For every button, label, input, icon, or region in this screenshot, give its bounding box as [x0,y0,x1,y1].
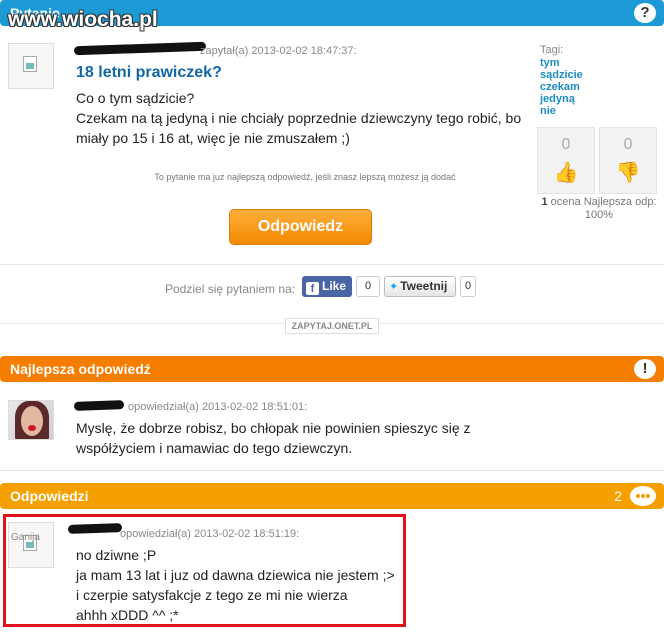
divider [0,470,664,471]
best-answer-body: Myslę, że dobrze robisz, bo chłopak nie … [76,418,471,458]
broken-image-icon [23,56,37,72]
question-body: Co o tym sądzicie? Czekam na tą jedyną i… [76,88,521,148]
answer-author-meta: opowiedział(a) 2013-02-02 18:51:19: [120,528,300,540]
question-body-line: Czekam na tą jedyną i nie chciały poprze… [76,110,522,126]
vote-up-count: 0 [561,136,571,153]
rating-count: 1 [541,196,548,208]
answers-section-header: Odpowiedzi 2 [0,483,664,509]
rating-label: ocena [550,196,581,208]
question-author-meta: zapytał(a) 2013-02-02 18:47:37: [200,45,357,57]
tweet-label: Tweetnij [400,279,448,293]
question-body-line: Co o tym sądzicie? [76,90,195,106]
censored-author-name [73,41,207,56]
tag-link[interactable]: sądzicie [540,69,583,81]
answer-avatar-alt: Ganija [11,532,40,543]
question-author-avatar[interactable] [8,43,54,89]
speech-bubble-icon[interactable] [630,486,656,506]
tweet-button[interactable]: ✦ Tweetnij [384,276,456,297]
question-mark-icon[interactable]: ? [634,3,656,23]
answer-line: no dziwne ;P [76,547,157,563]
best-answer-percent: 100% [584,209,614,221]
tweet-count: 0 [460,276,476,297]
tag-link[interactable]: nie [540,105,583,117]
vote-down-box[interactable]: 0 👎 [599,127,657,194]
best-answer-author-meta: opowiedział(a) 2013-02-02 18:51:01: [128,401,308,413]
answer-button[interactable]: Odpowiedz [229,209,372,245]
best-answer-line: Myslę, że dobrze robisz, bo chłopak nie … [76,420,471,436]
question-body-line: miały po 15 i 16 at, więc je nie zmuszał… [76,130,350,146]
divider [0,264,664,265]
best-answer-author-avatar[interactable] [8,400,54,440]
best-answer-line: współżyciem i namawiac do tego dziewczyn… [76,440,353,456]
tags-label: Tagi: [540,44,564,56]
thumbs-down-icon[interactable]: 👎 [600,160,656,185]
brand-label[interactable]: ZAPYTAJ.ONET.PL [284,318,380,334]
answer-line: ahhh xDDD ^^ ;* [76,607,179,623]
avatar-face [21,406,43,436]
answer-line: i czerpie satysfakcje z tego ze mi nie w… [76,587,348,603]
tag-link[interactable]: jedyną [540,93,583,105]
answers-count: 2 [614,488,622,504]
tag-link[interactable]: tym [540,57,583,69]
like-count: 0 [356,276,380,297]
share-label: Podziel się pytaniem na: [165,282,296,296]
vote-up-box[interactable]: 0 👍 [537,127,595,194]
best-answer-section-header: Najlepsza odpowiedź ! [0,356,664,382]
like-label: Like [322,279,347,293]
exclamation-icon[interactable]: ! [634,359,656,379]
best-answer-note: To pytanie ma już najlepszą odpowiedź, j… [154,172,456,182]
thumbs-up-icon[interactable]: 👍 [538,160,594,185]
best-answer-label: Najlepsza odp: [583,196,657,208]
twitter-bird-icon: ✦ [389,281,399,293]
censored-author-name [67,523,123,534]
brand-badge: ZAPYTAJ.ONET.PL [0,316,664,334]
vote-down-count: 0 [623,136,633,153]
site-watermark: www.wiocha.pl [8,8,158,31]
tags-list: tym sądzicie czekam jedyną nie [540,57,583,117]
best-answer-section-label: Najlepsza odpowiedź [10,361,151,377]
tag-link[interactable]: czekam [540,81,583,93]
question-title[interactable]: 18 letni prawiczek? [76,64,222,82]
facebook-icon: f [306,282,319,295]
question-stats: 1 ocena Najlepsza odp: 100% [536,196,662,222]
answer-author-avatar[interactable] [8,522,54,568]
answer-body: no dziwne ;P ja mam 13 lat i juz od dawn… [76,545,395,625]
answers-section-label: Odpowiedzi [10,488,89,504]
censored-author-name [73,400,125,411]
facebook-like-button[interactable]: f Like [302,276,352,297]
answer-line: ja mam 13 lat i juz od dawna dziewica ni… [76,567,395,583]
avatar-lips [28,425,36,431]
